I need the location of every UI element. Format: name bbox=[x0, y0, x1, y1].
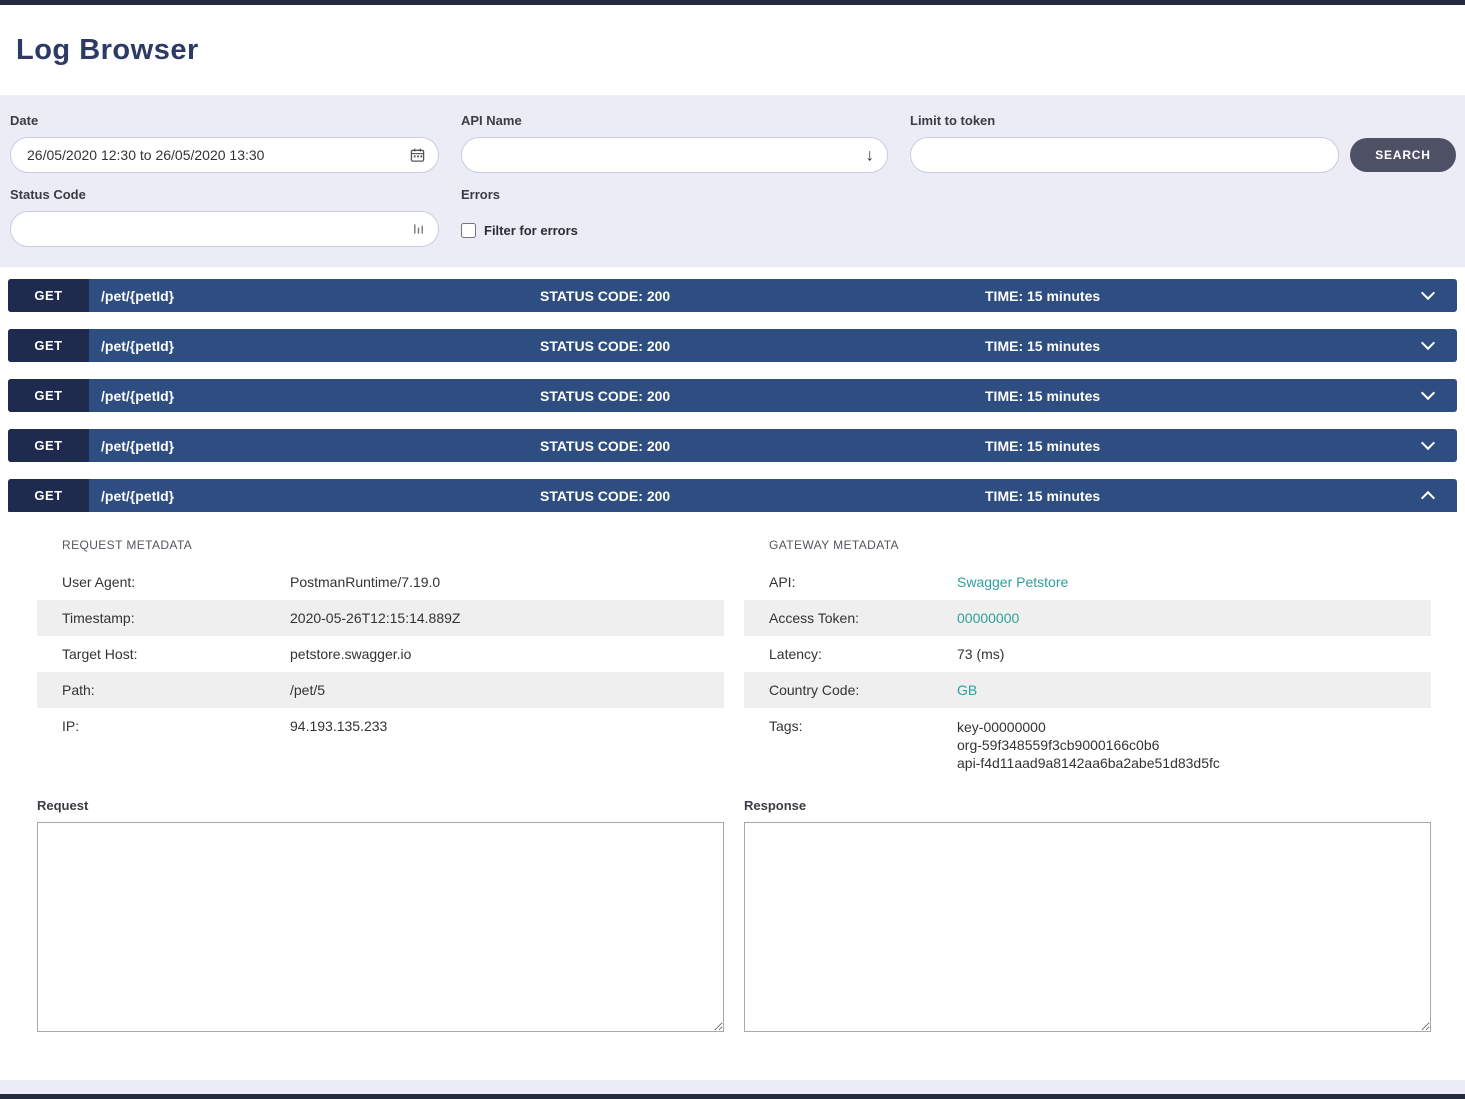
chevron-down-icon[interactable] bbox=[1421, 336, 1435, 350]
date-input[interactable] bbox=[10, 137, 439, 173]
request-label: Request bbox=[37, 798, 724, 813]
header: Log Browser bbox=[0, 5, 1465, 95]
log-time: TIME: 15 minutes bbox=[985, 488, 1100, 504]
metadata-row: Tags: key-00000000 org-59f348559f3cb9000… bbox=[744, 708, 1431, 782]
status-code-label: Status Code bbox=[10, 187, 439, 202]
access-token-link[interactable]: 00000000 bbox=[957, 610, 1421, 626]
log-time: TIME: 15 minutes bbox=[985, 288, 1100, 304]
api-link[interactable]: Swagger Petstore bbox=[957, 574, 1421, 590]
log-path: /pet/{petId} bbox=[101, 288, 174, 304]
dropdown-arrow-icon[interactable]: ↓ bbox=[866, 147, 875, 164]
metadata-row: Path: /pet/5 bbox=[37, 672, 724, 708]
log-time: TIME: 15 minutes bbox=[985, 438, 1100, 454]
page-title: Log Browser bbox=[16, 34, 199, 67]
filter-row-2: Status Code Errors Filter for errors bbox=[10, 187, 1456, 247]
calendar-icon[interactable] bbox=[410, 148, 425, 163]
bars-icon bbox=[412, 222, 425, 236]
limit-to-token-filter-group: Limit to token bbox=[910, 113, 1339, 173]
response-body-textarea[interactable] bbox=[744, 822, 1431, 1032]
bottom-border-bar bbox=[0, 1094, 1465, 1099]
log-row[interactable]: GET /pet/{petId} STATUS CODE: 200 TIME: … bbox=[8, 329, 1457, 362]
log-row[interactable]: GET /pet/{petId} STATUS CODE: 200 TIME: … bbox=[8, 279, 1457, 312]
chevron-down-icon[interactable] bbox=[1421, 436, 1435, 450]
response-body-section: Response bbox=[744, 798, 1431, 1037]
method-badge: GET bbox=[8, 379, 89, 412]
log-status: STATUS CODE: 200 bbox=[540, 388, 670, 404]
method-badge: GET bbox=[8, 479, 89, 512]
search-button[interactable]: SEARCH bbox=[1350, 138, 1456, 172]
log-status: STATUS CODE: 200 bbox=[540, 438, 670, 454]
metadata-row: Timestamp: 2020-05-26T12:15:14.889Z bbox=[37, 600, 724, 636]
log-path: /pet/{petId} bbox=[101, 488, 174, 504]
tags-value: key-00000000 org-59f348559f3cb9000166c0b… bbox=[957, 718, 1421, 772]
request-body-textarea[interactable] bbox=[37, 822, 724, 1032]
log-list: GET /pet/{petId} STATUS CODE: 200 TIME: … bbox=[0, 279, 1465, 512]
method-badge: GET bbox=[8, 279, 89, 312]
errors-filter-group: Errors Filter for errors bbox=[461, 187, 578, 238]
log-path: /pet/{petId} bbox=[101, 438, 174, 454]
log-time: TIME: 15 minutes bbox=[985, 388, 1100, 404]
bottom-background-strip bbox=[0, 1080, 1465, 1094]
country-code-link[interactable]: GB bbox=[957, 682, 1421, 698]
gateway-metadata-section: GATEWAY METADATA API: Swagger Petstore A… bbox=[744, 538, 1431, 782]
log-time: TIME: 15 minutes bbox=[985, 338, 1100, 354]
metadata-row: User Agent: PostmanRuntime/7.19.0 bbox=[37, 564, 724, 600]
limit-to-token-label: Limit to token bbox=[910, 113, 1339, 128]
log-path: /pet/{petId} bbox=[101, 388, 174, 404]
log-row[interactable]: GET /pet/{petId} STATUS CODE: 200 TIME: … bbox=[8, 429, 1457, 462]
api-name-select[interactable] bbox=[461, 137, 888, 173]
api-name-filter-group: API Name ↓ bbox=[461, 113, 888, 173]
method-badge: GET bbox=[8, 429, 89, 462]
date-label: Date bbox=[10, 113, 439, 128]
log-path: /pet/{petId} bbox=[101, 338, 174, 354]
chevron-down-icon[interactable] bbox=[1421, 386, 1435, 400]
request-metadata-heading: REQUEST METADATA bbox=[37, 538, 724, 552]
filter-for-errors-label: Filter for errors bbox=[484, 223, 578, 238]
status-code-input[interactable] bbox=[10, 211, 439, 247]
log-detail-panel: REQUEST METADATA User Agent: PostmanRunt… bbox=[8, 512, 1457, 1067]
metadata-row: IP: 94.193.135.233 bbox=[37, 708, 724, 744]
filter-for-errors-checkbox[interactable] bbox=[461, 223, 476, 238]
chevron-down-icon[interactable] bbox=[1421, 286, 1435, 300]
api-name-label: API Name bbox=[461, 113, 888, 128]
status-code-filter-group: Status Code bbox=[10, 187, 439, 247]
log-status: STATUS CODE: 200 bbox=[540, 338, 670, 354]
request-body-section: Request bbox=[37, 798, 724, 1037]
log-row-expanded[interactable]: GET /pet/{petId} STATUS CODE: 200 TIME: … bbox=[8, 479, 1457, 512]
log-status: STATUS CODE: 200 bbox=[540, 288, 670, 304]
metadata-row: API: Swagger Petstore bbox=[744, 564, 1431, 600]
metadata-row: Country Code: GB bbox=[744, 672, 1431, 708]
chevron-up-icon[interactable] bbox=[1421, 491, 1435, 505]
log-status: STATUS CODE: 200 bbox=[540, 488, 670, 504]
log-row[interactable]: GET /pet/{petId} STATUS CODE: 200 TIME: … bbox=[8, 379, 1457, 412]
metadata-row: Latency: 73 (ms) bbox=[744, 636, 1431, 672]
request-metadata-section: REQUEST METADATA User Agent: PostmanRunt… bbox=[37, 538, 724, 782]
metadata-row: Target Host: petstore.swagger.io bbox=[37, 636, 724, 672]
response-label: Response bbox=[744, 798, 1431, 813]
metadata-row: Access Token: 00000000 bbox=[744, 600, 1431, 636]
filter-row-1: Date API Name bbox=[10, 113, 1456, 173]
date-filter-group: Date bbox=[10, 113, 439, 173]
errors-label: Errors bbox=[461, 187, 578, 202]
filter-panel: Date API Name bbox=[0, 95, 1465, 267]
limit-to-token-input[interactable] bbox=[910, 137, 1339, 173]
gateway-metadata-heading: GATEWAY METADATA bbox=[744, 538, 1431, 552]
method-badge: GET bbox=[8, 329, 89, 362]
